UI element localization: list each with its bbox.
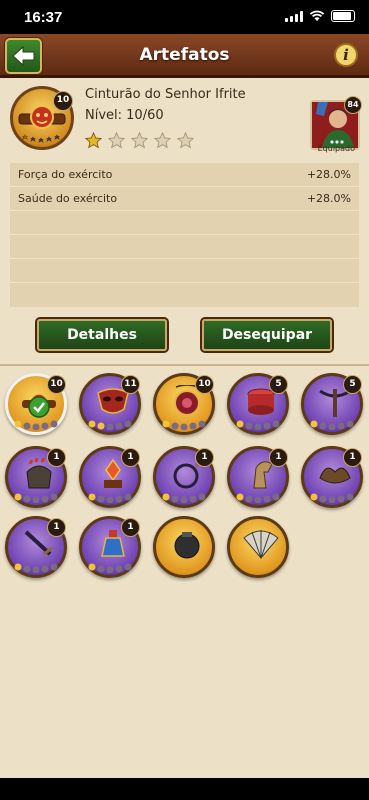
stat-row: Força do exército +28.0%	[10, 163, 359, 187]
status-bar: 16:37	[0, 0, 369, 34]
artifact-level-badge: 10	[53, 91, 73, 111]
artifact-slot-fan[interactable]	[227, 516, 289, 578]
stars-icon	[162, 420, 206, 430]
artifact-slot-belt[interactable]: 10	[5, 373, 67, 435]
artifact-slot-amulet[interactable]: 10	[153, 373, 215, 435]
artifact-slot-pot[interactable]	[153, 516, 215, 578]
artifact-slot-mask[interactable]: 11	[79, 373, 141, 435]
stats-table: Força do exército +28.0% Saúde do exérci…	[10, 163, 359, 307]
artifact-level-text: Nível: 10/60	[85, 108, 164, 123]
stat-row-empty	[10, 211, 359, 235]
stars-icon	[310, 493, 354, 503]
artifact-slot-dagger[interactable]: 1	[5, 516, 67, 578]
level-badge: 1	[47, 448, 66, 467]
artifact-slot-lute[interactable]: 1	[153, 446, 215, 508]
divider	[0, 364, 369, 366]
details-button[interactable]: Detalhes	[37, 319, 167, 351]
level-badge: 1	[195, 448, 214, 467]
artifact-name: Cinturão do Senhor Ifrite	[85, 87, 246, 102]
level-badge: 1	[121, 448, 140, 467]
stars-icon	[88, 493, 132, 503]
unequip-button[interactable]: Desequipar	[202, 319, 332, 351]
level-badge: 5	[269, 375, 288, 394]
stat-label: Saúde do exército	[18, 192, 118, 205]
stars-icon	[14, 493, 58, 503]
home-indicator-bar	[0, 778, 369, 800]
artifact-slot-horse-head[interactable]: 1	[227, 446, 289, 508]
equipped-hero-portrait[interactable]: 84	[310, 96, 362, 150]
artifact-stars	[85, 132, 194, 149]
stars-icon	[236, 420, 280, 430]
star-filled-icon	[85, 132, 102, 149]
stars-icon	[236, 493, 280, 503]
page-title: Artefatos	[139, 45, 230, 65]
fan-icon	[243, 530, 279, 559]
level-badge: 1	[343, 448, 362, 467]
star-empty-icon	[131, 132, 148, 149]
header-bar: Artefatos i	[0, 34, 369, 78]
level-badge: 1	[121, 518, 140, 537]
stat-row-empty	[10, 259, 359, 283]
level-badge: 10	[47, 375, 66, 394]
artifact-slot-drum[interactable]: 5	[227, 373, 289, 435]
status-time: 16:37	[24, 9, 63, 26]
stars-icon	[14, 563, 58, 573]
status-icons	[285, 10, 355, 22]
stars-icon	[88, 420, 132, 430]
pot-icon	[174, 532, 200, 559]
stat-row: Saúde do exército +28.0%	[10, 187, 359, 211]
artifact-slot-lantern[interactable]: 1	[79, 446, 141, 508]
stars-icon	[162, 493, 206, 503]
level-badge: 10	[195, 375, 214, 394]
stat-row-empty	[10, 235, 359, 259]
artifact-slot-crossbow[interactable]: 5	[301, 373, 363, 435]
artifact-slot-helmet[interactable]: 1	[5, 446, 67, 508]
level-badge: 5	[343, 375, 362, 394]
star-empty-icon	[177, 132, 194, 149]
check-icon	[28, 396, 50, 418]
star-empty-icon	[108, 132, 125, 149]
stars-icon	[14, 420, 58, 430]
stat-row-empty	[10, 283, 359, 307]
artifact-slot-wing-shield[interactable]: 1	[301, 446, 363, 508]
stat-label: Força do exército	[18, 168, 113, 181]
info-button[interactable]: i	[334, 43, 358, 67]
level-badge: 11	[121, 375, 140, 394]
battery-icon	[331, 10, 355, 22]
artifact-detail: 10 Cinturão do Senhor Ifrite Nível: 10/6…	[0, 81, 369, 161]
artifact-slot-potion[interactable]: 1	[79, 516, 141, 578]
hero-level-badge: 84	[344, 96, 362, 114]
signal-icon	[285, 10, 303, 22]
stat-value: +28.0%	[306, 168, 351, 181]
stars-icon	[88, 563, 132, 573]
stars-icon	[310, 420, 354, 430]
level-badge: 1	[269, 448, 288, 467]
level-badge: 1	[47, 518, 66, 537]
star-empty-icon	[154, 132, 171, 149]
wifi-icon	[309, 10, 325, 21]
stat-value: +28.0%	[306, 192, 351, 205]
equipped-label: Equipado	[317, 144, 355, 153]
